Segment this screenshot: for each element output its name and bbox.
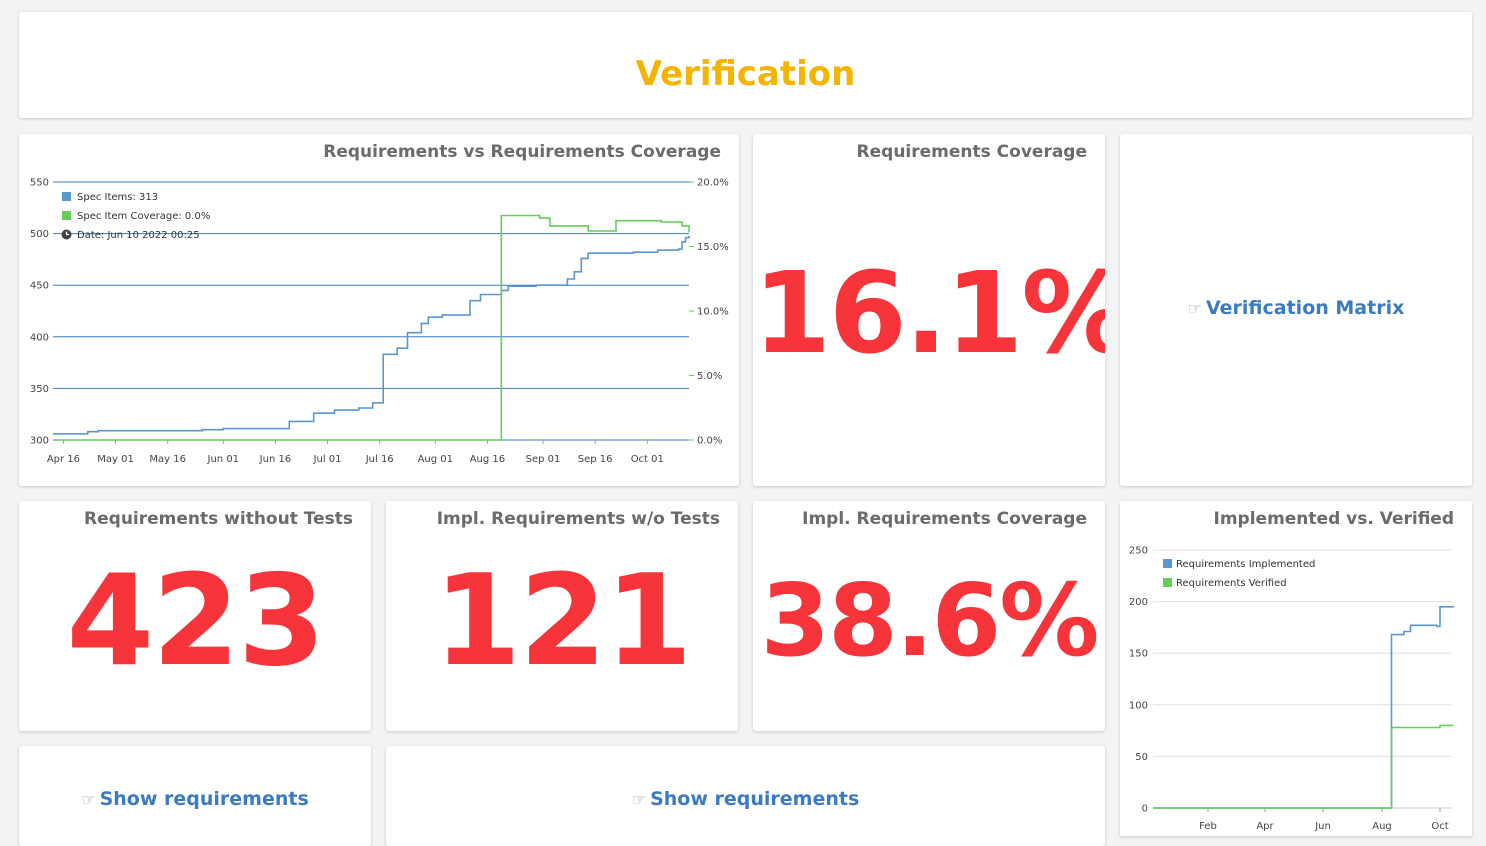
req-without-tests-card: Requirements without Tests 423 <box>19 501 371 731</box>
impl-without-tests-card: Impl. Requirements w/o Tests 121 <box>386 501 738 731</box>
x-tick-label: Sep 01 <box>526 454 561 465</box>
pointing-hand-icon: ☞ <box>631 790 647 809</box>
y-left-tick-label: 300 <box>30 436 49 447</box>
y-right-tick-label: 5.0% <box>697 371 722 382</box>
y-tick-label: 50 <box>1135 752 1148 763</box>
header-card: Verification <box>19 12 1472 118</box>
x-tick-label: Jun 01 <box>207 454 240 465</box>
legend-coverage: Spec Item Coverage: 0.0% <box>77 211 210 222</box>
series-line-coverage <box>53 214 690 441</box>
legend-verified: Requirements Verified <box>1176 578 1287 589</box>
x-tick-label: Jun <box>1314 821 1331 832</box>
card-title: Requirements without Tests <box>84 509 353 529</box>
x-tick-label: Oct <box>1431 821 1448 832</box>
y-left-tick-label: 450 <box>30 281 49 292</box>
show-req-card-2: ☞ Show requirements <box>386 746 1105 846</box>
x-tick-label: Sep 16 <box>578 454 613 465</box>
y-right-tick-label: 10.0% <box>697 307 729 318</box>
y-axis-right: 0.0% 5.0% 10.0% 15.0% 20.0% <box>689 178 729 447</box>
impl-vs-verified-chart[interactable]: 0 50 100 150 200 250 Feb Apr Jun Aug Oct Requirem… <box>1120 501 1472 836</box>
card-title: Requirements Coverage <box>856 142 1087 162</box>
x-tick-label: Jul 01 <box>313 454 342 465</box>
chart-legend: Spec Items: 313 Spec Item Coverage: 0.0%… <box>61 192 210 241</box>
verification-matrix-card: ☞ Verification Matrix <box>1120 134 1472 486</box>
legend-tooltip-date: Date: Jun 10 2022 00:25 <box>77 230 200 241</box>
legend-swatch-spec-items <box>62 192 71 201</box>
verification-matrix-link[interactable]: ☞ Verification Matrix <box>1120 297 1472 319</box>
y-right-tick-label: 0.0% <box>697 436 722 447</box>
show-requirements-link-1[interactable]: ☞ Show requirements <box>19 788 371 810</box>
y-tick-label: 100 <box>1129 700 1148 711</box>
legend-spec-items: Spec Items: 313 <box>77 192 158 203</box>
y-left-tick-label: 350 <box>30 384 49 395</box>
y-right-tick-label: 15.0% <box>697 242 729 253</box>
x-tick-label: Jun 16 <box>259 454 292 465</box>
pointing-hand-icon: ☞ <box>81 790 96 809</box>
series-line-spec-items <box>53 235 690 435</box>
pointing-hand-icon: ☞ <box>1187 299 1202 318</box>
req-vs-coverage-chart[interactable]: 300 350 400 450 500 550 0.0% 5.0% 10.0% 15.0% 20.… <box>19 134 739 486</box>
x-tick-label: May 01 <box>97 454 134 465</box>
legend-swatch-coverage <box>62 211 71 220</box>
show-req-card-1: ☞ Show requirements <box>19 746 371 846</box>
card-title: Impl. Requirements Coverage <box>802 509 1087 529</box>
legend-swatch-implemented <box>1163 559 1172 568</box>
chart-series <box>1153 605 1455 809</box>
show-requirements-link-2[interactable]: ☞ Show requirements <box>386 788 1105 810</box>
x-tick-label: May 16 <box>149 454 186 465</box>
y-right-tick-label: 20.0% <box>697 178 729 189</box>
req-coverage-card: Requirements Coverage 16.1% <box>753 134 1105 486</box>
x-tick-label: Feb <box>1199 821 1217 832</box>
y-tick-label: 200 <box>1129 597 1148 608</box>
legend-swatch-verified <box>1163 578 1172 587</box>
legend-implemented: Requirements Implemented <box>1176 559 1315 570</box>
series-line-verified <box>1153 724 1454 809</box>
x-axis: Apr 16 May 01 May 16 Jun 01 Jun 16 Jul 01 Jul … <box>47 440 664 465</box>
impl-vs-verified-card: Implemented vs. Verified 0 50 100 150 200 250… <box>1120 501 1472 836</box>
impl-coverage-value: 38.6% <box>760 562 1100 679</box>
x-tick-label: Oct 01 <box>631 454 664 465</box>
chart-series <box>53 214 690 441</box>
x-tick-label: Aug <box>1372 821 1392 832</box>
y-axis-left: 300 350 400 450 500 550 <box>30 178 49 447</box>
impl-without-tests-value: 121 <box>433 547 692 694</box>
show-requirements-label: Show requirements <box>99 788 309 810</box>
y-axis: 0 50 100 150 200 250 <box>1129 546 1148 815</box>
y-left-tick-label: 550 <box>30 178 49 189</box>
page-title: Verification <box>635 54 856 94</box>
y-tick-label: 0 <box>1142 804 1148 815</box>
verification-matrix-label: Verification Matrix <box>1206 297 1405 319</box>
x-axis: Feb Apr Jun Aug Oct <box>1199 808 1449 832</box>
x-tick-label: Aug 16 <box>470 454 505 465</box>
card-title: Impl. Requirements w/o Tests <box>436 509 720 529</box>
y-tick-label: 250 <box>1129 546 1148 557</box>
x-tick-label: Jul 16 <box>365 454 394 465</box>
x-tick-label: Apr 16 <box>47 454 80 465</box>
series-line-implemented <box>1153 605 1455 809</box>
req-vs-coverage-card: Requirements vs Requirements Coverage 30… <box>19 134 739 486</box>
y-left-tick-label: 400 <box>30 332 49 343</box>
req-coverage-value: 16.1% <box>753 249 1105 379</box>
show-requirements-label: Show requirements <box>650 788 860 810</box>
x-tick-label: Aug 01 <box>418 454 453 465</box>
req-without-tests-value: 423 <box>66 547 325 694</box>
chart-legend: Requirements Implemented Requirements Ve… <box>1163 559 1315 589</box>
x-tick-label: Apr <box>1256 821 1274 832</box>
y-tick-label: 150 <box>1129 649 1148 660</box>
y-left-tick-label: 500 <box>30 229 49 240</box>
impl-coverage-card: Impl. Requirements Coverage 38.6% <box>753 501 1105 731</box>
